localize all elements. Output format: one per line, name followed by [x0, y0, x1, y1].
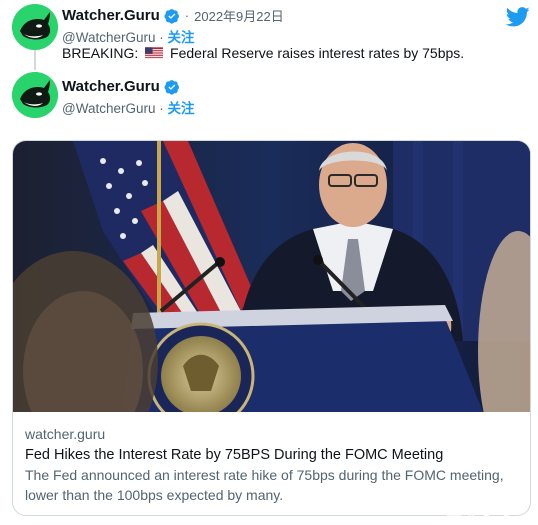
tweet-header: Watcher.Guru	[62, 78, 180, 95]
separator-dot: ·	[159, 101, 164, 116]
card-text: watcher.guru Fed Hikes the Interest Rate…	[25, 424, 520, 505]
tweet-date[interactable]: 2022年9月22日	[194, 6, 284, 25]
card-description-line-1: The Fed announced an interest rate hike …	[25, 467, 504, 483]
watermark: 三非小号	[446, 502, 515, 519]
avatar[interactable]	[12, 4, 58, 50]
follow-button[interactable]: 关注	[168, 101, 195, 116]
verified-badge-icon	[164, 79, 179, 95]
handle[interactable]: @WatcherGuru	[62, 30, 155, 45]
follow-button[interactable]: 关注	[168, 30, 195, 45]
tweet-text-prefix: BREAKING:	[62, 45, 139, 61]
link-preview-card[interactable]: watcher.guru Fed Hikes the Interest Rate…	[12, 140, 531, 516]
orca-avatar-icon	[12, 4, 58, 50]
handle-row: @WatcherGuru · 关注	[62, 26, 195, 46]
card-domain[interactable]: watcher.guru	[25, 424, 520, 444]
separator-dot: ·	[159, 30, 164, 45]
handle[interactable]: @WatcherGuru	[62, 101, 155, 116]
twitter-bird-icon[interactable]	[506, 7, 530, 27]
tweet-text: BREAKING: Federal Reserve raises interes…	[62, 45, 464, 61]
avatar[interactable]	[12, 72, 58, 118]
us-flag-icon	[145, 47, 164, 59]
card-image[interactable]	[13, 141, 530, 412]
verified-badge-icon	[164, 8, 179, 24]
handle-row: @WatcherGuru · 关注	[62, 97, 195, 117]
separator-dot: ·	[184, 8, 190, 23]
orca-avatar-icon	[12, 72, 58, 118]
tweet-text-body: Federal Reserve raises interest rates by…	[170, 45, 465, 61]
thread-connector-line	[34, 50, 36, 70]
display-name[interactable]: Watcher.Guru	[62, 78, 160, 95]
card-title[interactable]: Fed Hikes the Interest Rate by 75BPS Dur…	[25, 445, 520, 465]
tweet-header: Watcher.Guru · 2022年9月22日	[62, 6, 284, 25]
display-name[interactable]: Watcher.Guru	[62, 7, 160, 24]
